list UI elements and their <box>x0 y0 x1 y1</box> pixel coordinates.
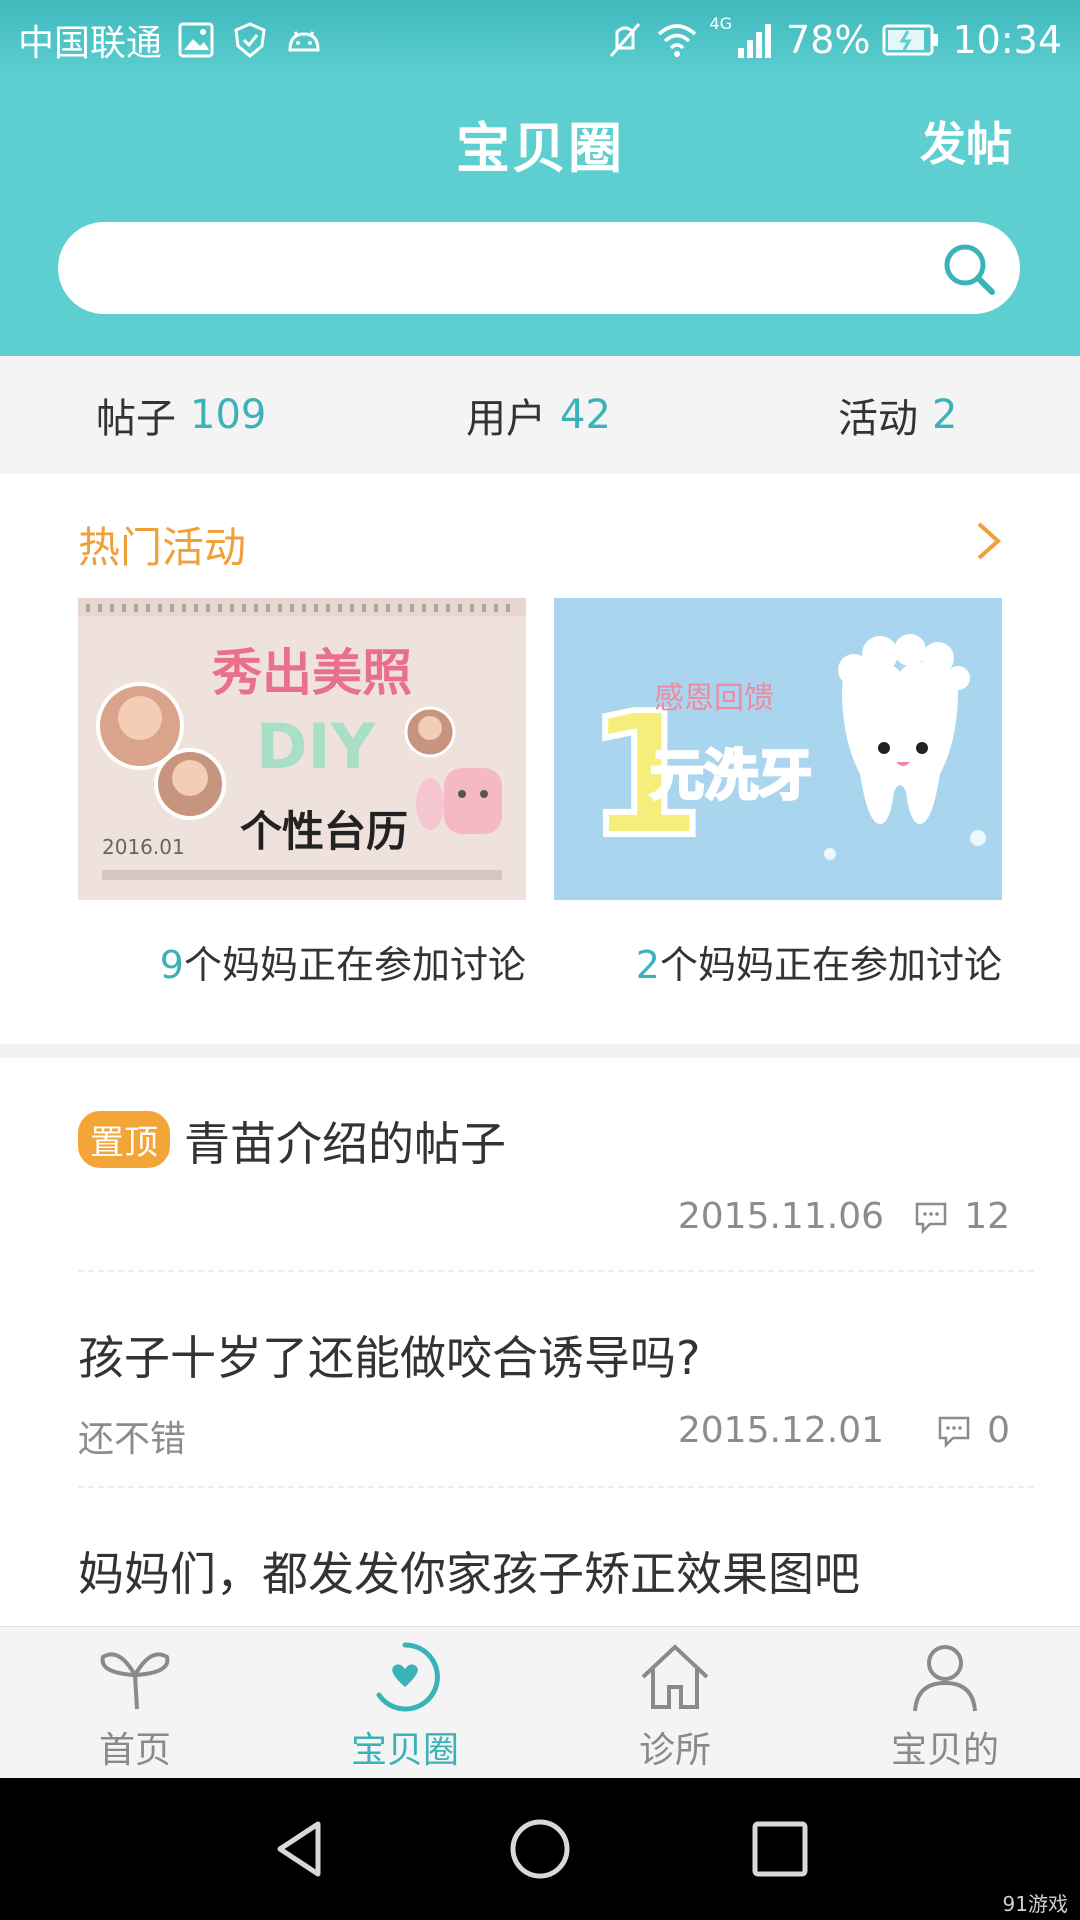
search-bar[interactable] <box>58 222 1020 314</box>
battery-percent: 78% <box>786 18 871 62</box>
comment-count-group: 12 <box>914 1196 1010 1237</box>
post-title: 妈妈们，都发发你家孩子矫正效果图吧 <box>78 1547 860 1601</box>
comment-count-group: 0 <box>937 1410 1010 1451</box>
calendar-banner-image: 秀出美照 DIY 个性台历 2016.01 <box>78 598 526 900</box>
post-title: 孩子十岁了还能做咬合诱导吗? <box>78 1331 701 1385</box>
search-icon[interactable] <box>940 240 998 298</box>
tab-label: 宝贝圈 <box>350 1730 459 1771</box>
status-bar: 中国联通 4G 78% 10:34 <box>0 0 1080 80</box>
section-divider <box>0 1044 1080 1058</box>
participant-text: 个妈妈正在参加讨论 <box>659 943 1002 987</box>
tab-label: 诊所 <box>638 1730 711 1771</box>
tab-label: 首页 <box>98 1730 171 1771</box>
hot-activities-title: 热门活动 <box>78 523 247 572</box>
post-divider <box>78 1270 1034 1272</box>
heart-circle-icon <box>367 1639 443 1715</box>
participant-text: 个妈妈正在参加讨论 <box>183 943 526 987</box>
stat-count: 2 <box>932 392 958 438</box>
header: 中国联通 4G 78% 10:34 宝贝圈 发帖 <box>0 0 1080 356</box>
watermark: 91游戏 <box>1002 1892 1068 1916</box>
signal-icon <box>734 20 774 60</box>
banner-text-4: 2016.01 <box>102 835 185 859</box>
sprout-icon <box>97 1639 173 1715</box>
hot-activities-section: 热门活动 秀出美照 DIY 个性台历 2016.01 1 感恩回馈 元洗牙 9个… <box>0 474 1080 1044</box>
stat-users[interactable]: 用户 42 <box>466 356 611 474</box>
android-icon <box>284 20 324 60</box>
search-input[interactable] <box>98 222 918 314</box>
comment-count: 12 <box>964 1196 1010 1237</box>
banner-text-3: 元洗牙 <box>650 744 812 807</box>
gallery-icon <box>176 20 216 60</box>
tab-profile[interactable]: 宝贝的 <box>810 1627 1080 1779</box>
wifi-icon <box>657 20 697 60</box>
back-icon[interactable] <box>266 1814 336 1884</box>
page-title: 宝贝圈 <box>456 117 624 180</box>
post-divider <box>78 1486 1034 1488</box>
post-title-row: 置顶 青苗介绍的帖子 <box>78 1108 1038 1174</box>
activity-caption: 2个妈妈正在参加讨论 <box>636 934 1002 989</box>
post-title: 青苗介绍的帖子 <box>184 1117 506 1171</box>
stat-count: 42 <box>560 392 611 438</box>
house-icon <box>637 1639 713 1715</box>
comment-icon <box>938 1416 970 1448</box>
post-date: 2015.12.01 <box>677 1410 884 1451</box>
banner-text-3: 个性台历 <box>240 807 408 856</box>
carrier-name: 中国联通 <box>18 23 163 64</box>
comment-icon <box>915 1202 947 1234</box>
comment-count: 0 <box>987 1410 1010 1451</box>
shield-icon <box>230 20 270 60</box>
mute-icon <box>605 20 645 60</box>
post-date: 2015.11.06 <box>677 1196 884 1237</box>
activity-card-dental[interactable]: 1 感恩回馈 元洗牙 <box>554 598 1002 900</box>
post-summary: 还不错 <box>78 1419 187 1460</box>
screen: 中国联通 4G 78% 10:34 宝贝圈 发帖 帖子 109 用户 42 活动… <box>0 0 1080 1920</box>
participant-count: 9 <box>159 943 184 987</box>
status-right: 4G 78% 10:34 <box>605 14 1062 66</box>
stat-label: 用户 <box>466 396 546 442</box>
recents-icon[interactable] <box>745 1814 815 1884</box>
pinned-badge: 置顶 <box>78 1111 170 1168</box>
tab-baby-circle[interactable]: 宝贝圈 <box>270 1627 540 1779</box>
stat-count: 109 <box>190 392 267 438</box>
home-circle-icon[interactable] <box>505 1814 575 1884</box>
stat-posts[interactable]: 帖子 109 <box>96 356 266 474</box>
post-item[interactable]: 孩子十岁了还能做咬合诱导吗? 还不错 2015.12.01 0 <box>78 1322 1038 1460</box>
post-item-pinned[interactable]: 置顶 青苗介绍的帖子 2015.11.06 12 <box>78 1108 1038 1237</box>
stats-row: 帖子 109 用户 42 活动 2 <box>0 356 1080 474</box>
system-nav-bar <box>0 1778 1080 1920</box>
activity-caption: 9个妈妈正在参加讨论 <box>160 934 526 989</box>
tab-clinic[interactable]: 诊所 <box>540 1627 810 1779</box>
tab-home[interactable]: 首页 <box>0 1627 270 1779</box>
clock: 10:34 <box>952 18 1062 62</box>
activity-card-calendar[interactable]: 秀出美照 DIY 个性台历 2016.01 <box>78 598 526 900</box>
banner-text-2: DIY <box>256 710 377 783</box>
dental-banner-image: 1 感恩回馈 元洗牙 <box>554 598 1002 900</box>
network-type: 4G <box>709 14 733 33</box>
stat-activities[interactable]: 活动 2 <box>838 356 957 474</box>
tab-label: 宝贝的 <box>890 1730 999 1771</box>
new-post-button[interactable]: 发帖 <box>920 108 1012 174</box>
battery-icon <box>882 20 940 60</box>
stat-label: 帖子 <box>96 396 176 442</box>
banner-text-2: 感恩回馈 <box>654 681 774 716</box>
participant-count: 2 <box>635 943 660 987</box>
stat-label: 活动 <box>838 396 918 442</box>
banner-text-1: 秀出美照 <box>211 644 412 702</box>
chevron-right-icon[interactable] <box>974 516 1004 566</box>
user-icon <box>907 1639 983 1715</box>
post-item[interactable]: 妈妈们，都发发你家孩子矫正效果图吧 <box>78 1538 1038 1604</box>
title-bar: 宝贝圈 发帖 <box>0 88 1080 188</box>
bottom-tab-bar: 首页 宝贝圈 诊所 宝贝的 <box>0 1626 1080 1778</box>
status-left: 中国联通 <box>18 14 324 66</box>
